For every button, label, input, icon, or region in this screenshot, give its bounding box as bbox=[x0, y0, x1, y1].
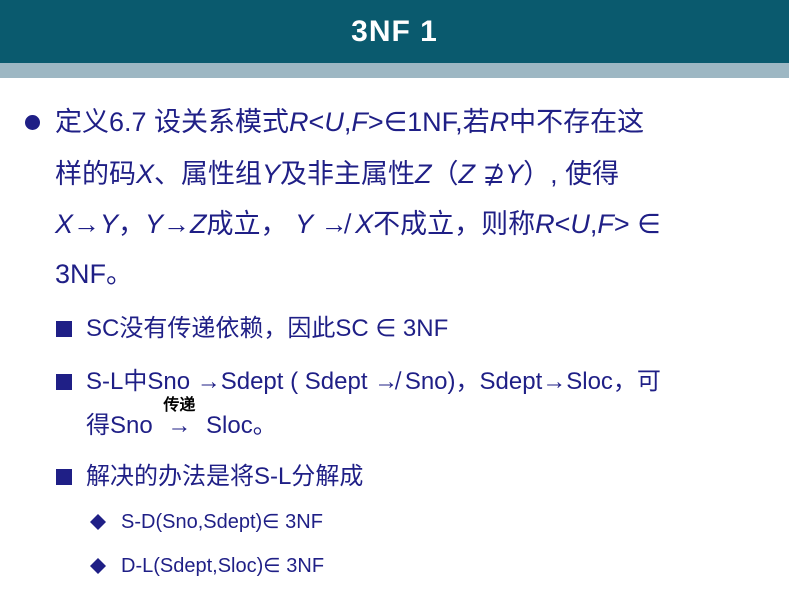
sub-point-1: SC没有传递依赖，因此SC ∈ 3NF bbox=[86, 315, 449, 342]
definition-line-1: 定义6.7 设关系模式R<U,F>∈1NF,若R中不存在这 bbox=[55, 107, 645, 137]
bullet-square-icon bbox=[56, 374, 72, 390]
bullet-square-icon bbox=[56, 469, 72, 485]
transitive-arrow: 传递 → bbox=[159, 397, 199, 441]
sub-point-2-line-2: 得Sno 传递 → Sloc。 bbox=[86, 397, 277, 441]
bullet-diamond-icon bbox=[90, 514, 106, 530]
decomposition-item-2: D-L(Sdept,Sloc)∈ 3NF bbox=[121, 555, 325, 577]
definition-line-2: 样的码X、属性组Y及非主属性Z（Z ⊉Y）, 使得 bbox=[55, 159, 620, 189]
bullet-diamond-icon bbox=[90, 558, 106, 574]
bullet-circle-icon bbox=[25, 115, 40, 130]
sub-point-3: 解决的办法是将S-L分解成 bbox=[86, 463, 364, 490]
slide-content: 定义6.7 设关系模式R<U,F>∈1NF,若R中不存在这 样的码X、属性组Y及… bbox=[0, 0, 789, 592]
decomposition-item-1: S-D(Sno,Sdept)∈ 3NF bbox=[121, 511, 323, 533]
definition-line-3: X→Y，Y→Z成立， Y ↛ X不成立，则称R<U,F> ∈ bbox=[55, 209, 661, 239]
transitive-label: 传递 bbox=[163, 397, 196, 414]
bullet-square-icon bbox=[56, 321, 72, 337]
definition-line-4: 3NF。 bbox=[55, 259, 134, 289]
